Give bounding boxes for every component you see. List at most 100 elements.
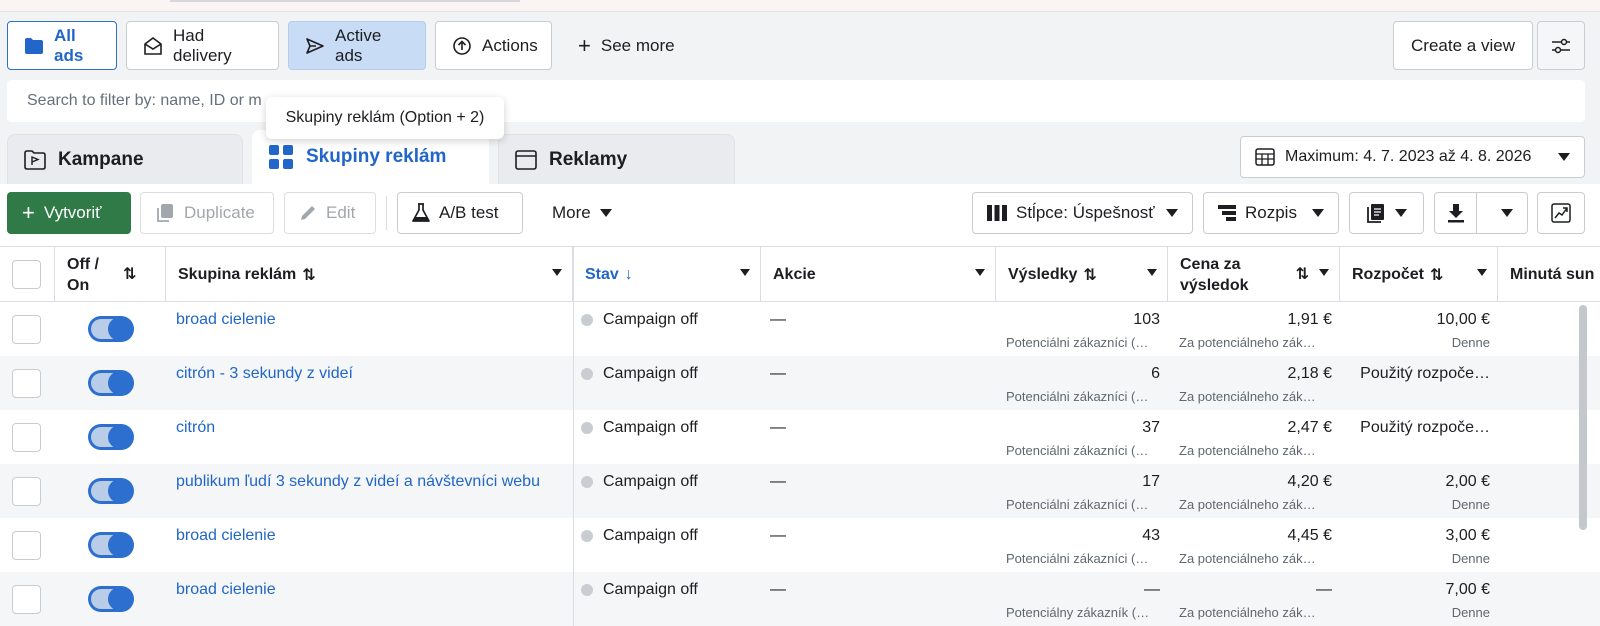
header-actions[interactable]: Akcie: [761, 247, 996, 302]
on-off-toggle[interactable]: [88, 586, 134, 612]
actions-cell: —: [770, 473, 786, 490]
row-checkbox[interactable]: [12, 585, 41, 614]
tab-reklamy[interactable]: Reklamy: [498, 134, 735, 184]
row-checkbox[interactable]: [12, 369, 41, 398]
caret-down-icon: [1166, 209, 1178, 217]
header-results[interactable]: Výsledky ⇅: [996, 247, 1168, 302]
export-button[interactable]: [1435, 193, 1478, 233]
budget-period: Denne: [1451, 497, 1490, 512]
ad-set-name-link[interactable]: citrón: [176, 419, 215, 437]
table-row[interactable]: citrón Campaign off — 37 Potenciálni zákazní…: [0, 410, 1600, 464]
ad-set-name-link[interactable]: broad cielenie: [176, 527, 276, 545]
actions-cell: —: [770, 365, 786, 382]
duplicate-button[interactable]: Duplicate: [140, 192, 274, 234]
ad-set-name-link[interactable]: citrón - 3 sekundy z videí: [176, 365, 353, 383]
row-checkbox[interactable]: [12, 477, 41, 506]
table-row[interactable]: broad cielenie Campaign off — — Potenciálny …: [0, 572, 1600, 626]
create-button[interactable]: + Vytvoriť: [7, 192, 131, 234]
on-off-toggle[interactable]: [88, 316, 134, 342]
actions-cell: —: [770, 311, 786, 328]
top-strip: [0, 0, 1600, 12]
table-row[interactable]: broad cielenie Campaign off — 43 Potenciálni…: [0, 518, 1600, 572]
had-delivery-button[interactable]: Had delivery: [126, 21, 279, 70]
header-status[interactable]: Stav ↓: [573, 247, 761, 302]
breakdown-dropdown[interactable]: Rozpis: [1203, 192, 1339, 234]
all-ads-button[interactable]: All ads: [7, 21, 117, 70]
status-dot-icon: [581, 476, 593, 488]
caret-down-icon[interactable]: [552, 269, 562, 276]
budget-period: Denne: [1451, 605, 1490, 620]
budget-period: Denne: [1451, 551, 1490, 566]
results-type: Potenciálni zákazníci (…: [1006, 497, 1149, 512]
search-input[interactable]: [7, 80, 1585, 122]
caret-down-icon[interactable]: [740, 269, 750, 276]
header-results-label: Výsledky: [1008, 265, 1078, 283]
create-view-button[interactable]: Create a view: [1393, 21, 1533, 70]
on-off-toggle[interactable]: [88, 532, 134, 558]
toggle-knob: [108, 533, 132, 557]
table-row[interactable]: broad cielenie Campaign off — 103 Potenciáln…: [0, 302, 1600, 356]
breakdown-icon: [1218, 205, 1236, 221]
select-all-checkbox[interactable]: [12, 260, 41, 289]
ad-sets-table: Off / On ⇅ Skupina reklám ⇅ Stav ↓ Akcie…: [0, 246, 1600, 626]
header-ad-set[interactable]: Skupina reklám ⇅: [166, 247, 573, 302]
date-range-picker[interactable]: Maximum: 4. 7. 2023 až 4. 8. 2026: [1240, 136, 1585, 178]
ad-set-name-link[interactable]: broad cielenie: [176, 311, 276, 329]
cost-type: Za potenciálneho zák…: [1179, 389, 1316, 404]
results-value: 103: [1133, 311, 1160, 328]
status-text: Campaign off: [603, 527, 698, 544]
see-more-label: See more: [600, 35, 675, 55]
edit-button[interactable]: Edit: [284, 192, 376, 234]
status-cell: Campaign off: [581, 311, 698, 329]
cost-type: Za potenciálneho zák…: [1179, 497, 1316, 512]
cost-value: —: [1316, 581, 1332, 598]
header-budget[interactable]: Rozpočet ⇅: [1340, 247, 1498, 302]
row-checkbox[interactable]: [12, 423, 41, 452]
table-header: Off / On ⇅ Skupina reklám ⇅ Stav ↓ Akcie…: [0, 246, 1600, 302]
columns-dropdown[interactable]: Stĺpce: Úspešnosť: [972, 192, 1193, 234]
columns-label: Stĺpce: Úspešnosť: [1016, 203, 1155, 222]
envelope-open-icon: [144, 36, 162, 55]
row-checkbox[interactable]: [12, 531, 41, 560]
ad-set-name-link[interactable]: publikum ľudí 3 sekundy z videí a návšte…: [176, 473, 540, 491]
charts-button[interactable]: [1537, 192, 1585, 234]
export-options-button[interactable]: [1486, 193, 1527, 233]
header-spent[interactable]: Minutá sun: [1498, 247, 1600, 302]
status-cell: Campaign off: [581, 473, 698, 491]
table-row[interactable]: publikum ľudí 3 sekundy z videí a návšte…: [0, 464, 1600, 518]
ad-set-name-link[interactable]: broad cielenie: [176, 581, 276, 599]
caret-down-icon[interactable]: [1319, 269, 1329, 276]
caret-down-icon[interactable]: [1147, 269, 1157, 276]
toolbar-divider: [386, 196, 387, 230]
tab-kampane[interactable]: Kampane: [7, 134, 243, 184]
duplicate-label: Duplicate: [184, 203, 255, 222]
view-bar: All ads Had delivery Active ads Actions …: [0, 12, 1600, 78]
status-dot-icon: [581, 584, 593, 596]
create-view-label: Create a view: [1411, 35, 1515, 55]
row-checkbox[interactable]: [12, 315, 41, 344]
ab-test-button[interactable]: A/B test: [397, 192, 523, 234]
create-label: Vytvoriť: [43, 203, 102, 222]
plus-icon: +: [578, 32, 591, 58]
header-ad-set-label: Skupina reklám: [178, 265, 297, 283]
table-scrollbar[interactable]: [1579, 305, 1587, 530]
table-row[interactable]: citrón - 3 sekundy z videí Campaign off — 6…: [0, 356, 1600, 410]
on-off-toggle[interactable]: [88, 370, 134, 396]
view-settings-button[interactable]: [1537, 21, 1585, 70]
on-off-toggle[interactable]: [88, 478, 134, 504]
active-ads-button[interactable]: Active ads: [288, 21, 426, 70]
toggle-knob: [108, 479, 132, 503]
cost-value: 2,47 €: [1287, 419, 1332, 436]
reports-dropdown[interactable]: [1349, 192, 1424, 234]
header-off-on[interactable]: Off / On ⇅: [55, 247, 166, 302]
status-cell: Campaign off: [581, 419, 698, 437]
see-more-button[interactable]: + See more: [562, 21, 692, 70]
caret-down-icon[interactable]: [975, 269, 985, 276]
actions-button[interactable]: Actions: [435, 21, 552, 70]
header-cost[interactable]: Cena za výsledok ⇅: [1168, 247, 1340, 302]
export-split-button[interactable]: [1434, 192, 1528, 234]
more-button[interactable]: More: [538, 192, 628, 234]
pencil-icon: [301, 206, 315, 220]
caret-down-icon[interactable]: [1477, 269, 1487, 276]
on-off-toggle[interactable]: [88, 424, 134, 450]
